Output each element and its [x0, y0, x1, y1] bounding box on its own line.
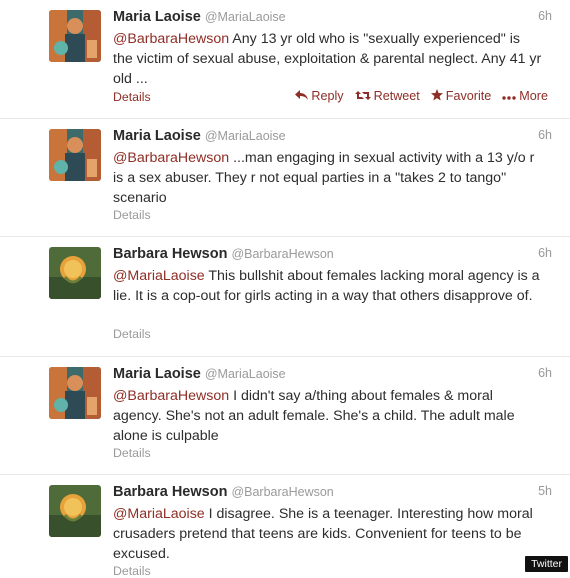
timestamp[interactable]: 6h: [538, 246, 552, 260]
avatar-maria[interactable]: [49, 129, 101, 181]
details-link[interactable]: Details: [113, 446, 151, 460]
timestamp[interactable]: 6h: [538, 9, 552, 23]
display-name[interactable]: Maria Laoise: [113, 9, 201, 25]
more-label: More: [519, 89, 548, 103]
timestamp[interactable]: 5h: [538, 484, 552, 498]
username[interactable]: @MariaLaoise: [205, 10, 286, 24]
username[interactable]: @BarbaraHewson: [231, 485, 333, 499]
twitter-watermark: Twitter: [525, 556, 568, 572]
username[interactable]: @BarbaraHewson: [231, 247, 333, 261]
tweet-header: Maria Laoise @MariaLaoise 6h: [113, 127, 552, 147]
tweet: Maria Laoise @MariaLaoise 6h @BarbaraHews…: [0, 357, 570, 475]
display-name[interactable]: Maria Laoise: [113, 366, 201, 382]
display-name[interactable]: Barbara Hewson: [113, 246, 227, 262]
favorite-label: Favorite: [445, 89, 492, 103]
timestamp[interactable]: 6h: [538, 128, 552, 142]
reply-label: Reply: [311, 89, 344, 103]
tweet-header: Maria Laoise @MariaLaoise 6h: [113, 365, 552, 385]
favorite-button[interactable]: Favorite: [430, 89, 492, 103]
reply-arrow-icon: [295, 89, 309, 103]
tweet-header: Maria Laoise @MariaLaoise 6h: [113, 8, 552, 28]
ellipsis-icon: [502, 90, 516, 102]
mention-link[interactable]: @BarbaraHewson: [113, 31, 229, 47]
timestamp[interactable]: 6h: [538, 366, 552, 380]
retweet-icon: [354, 90, 371, 103]
avatar-maria[interactable]: [49, 10, 101, 62]
avatar-maria[interactable]: [49, 367, 101, 419]
username[interactable]: @MariaLaoise: [205, 367, 286, 381]
details-link[interactable]: Details: [113, 327, 151, 341]
tweet-actions: Reply Retweet Favorite More: [295, 89, 548, 103]
mention-link[interactable]: @MariaLaoise: [113, 268, 205, 284]
display-name[interactable]: Barbara Hewson: [113, 484, 227, 500]
mention-link[interactable]: @BarbaraHewson: [113, 150, 229, 166]
tweet: Barbara Hewson @BarbaraHewson 5h @MariaLa…: [0, 475, 570, 578]
username[interactable]: @MariaLaoise: [205, 129, 286, 143]
tweet-text: @BarbaraHewson I didn't say a/thing abou…: [113, 386, 543, 446]
retweet-label: Retweet: [373, 89, 420, 103]
avatar-barbara[interactable]: [49, 485, 101, 537]
reply-button[interactable]: Reply: [295, 89, 344, 103]
details-link[interactable]: Details: [113, 208, 151, 222]
mention-link[interactable]: @BarbaraHewson: [113, 388, 229, 404]
tweet-header: Barbara Hewson @BarbaraHewson 6h: [113, 245, 552, 265]
more-button[interactable]: More: [502, 89, 548, 103]
details-link[interactable]: Details: [113, 564, 151, 578]
tweet-header: Barbara Hewson @BarbaraHewson 5h: [113, 483, 552, 503]
tweet-text: @BarbaraHewson ...man engaging in sexual…: [113, 148, 543, 208]
tweet-text: @BarbaraHewson Any 13 yr old who is "sex…: [113, 29, 543, 89]
retweet-button[interactable]: Retweet: [354, 89, 420, 103]
tweet: Maria Laoise @MariaLaoise 6h @BarbaraHews…: [0, 0, 570, 119]
details-link[interactable]: Details: [113, 90, 151, 104]
star-icon: [430, 89, 443, 103]
avatar-barbara[interactable]: [49, 247, 101, 299]
tweet-text: @MariaLaoise I disagree. She is a teenag…: [113, 504, 543, 564]
tweet: Maria Laoise @MariaLaoise 6h @BarbaraHews…: [0, 119, 570, 237]
tweet: Barbara Hewson @BarbaraHewson 6h @MariaLa…: [0, 237, 570, 357]
tweet-text: @MariaLaoise This bullshit about females…: [113, 266, 543, 306]
display-name[interactable]: Maria Laoise: [113, 128, 201, 144]
mention-link[interactable]: @MariaLaoise: [113, 506, 205, 522]
